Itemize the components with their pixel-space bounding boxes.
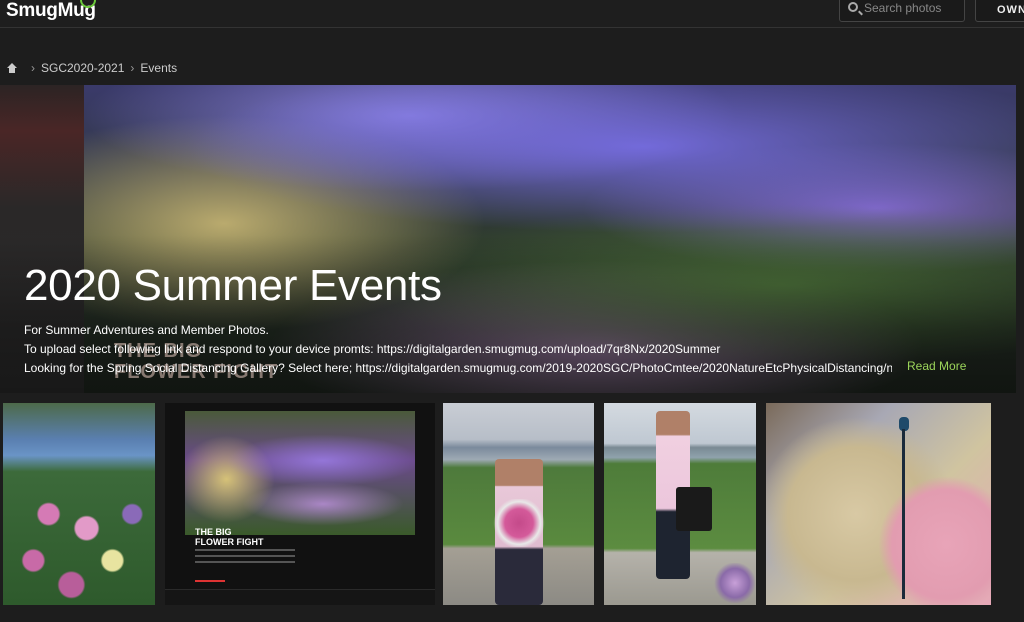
thumbnail-bottom-bar <box>165 589 435 605</box>
hero-description: For Summer Adventures and Member Photos.… <box>24 321 892 378</box>
photo-thumbnail-dragonfly[interactable] <box>766 403 991 605</box>
hero-banner: THE BIG FLOWER FIGHT 2020 Summer Events … <box>0 85 1016 393</box>
thumbnail-title: THE BIG FLOWER FIGHT <box>195 527 264 547</box>
search-icon <box>848 2 858 12</box>
description-line-3: Looking for the Spring Social Distancing… <box>24 361 892 375</box>
breadcrumb: › SGC2020-2021 › Events <box>7 60 177 76</box>
read-more-link[interactable]: Read More <box>907 359 966 373</box>
search-input[interactable] <box>864 0 960 17</box>
photo-thumbnail-hydrangeas[interactable] <box>3 403 155 605</box>
top-bar: SmugMug OWNE <box>0 0 1024 28</box>
chevron-right-icon: › <box>130 61 135 75</box>
thumbnail-tab-indicator <box>195 580 225 582</box>
page-title: 2020 Summer Events <box>24 261 442 310</box>
flower-pot <box>714 563 756 603</box>
breadcrumb-item-events[interactable]: Events <box>140 61 177 75</box>
photo-thumbnail-woman-with-pots[interactable] <box>604 403 756 605</box>
description-line-2: To upload select following link and resp… <box>24 342 721 356</box>
plant-pots <box>676 487 712 531</box>
owner-button[interactable]: OWNE <box>975 0 1024 22</box>
home-icon[interactable] <box>7 63 17 73</box>
description-line-1: For Summer Adventures and Member Photos. <box>24 323 269 337</box>
dragonfly <box>897 409 911 599</box>
breadcrumb-item-sgc[interactable]: SGC2020-2021 <box>41 61 124 75</box>
photo-thumbnail-flower-fight-screenshot[interactable]: THE BIG FLOWER FIGHT <box>165 403 435 605</box>
thumbnail-flower-image <box>185 411 415 535</box>
search-box[interactable] <box>839 0 965 22</box>
bouquet <box>493 499 545 547</box>
chevron-right-icon: › <box>31 61 35 75</box>
thumbnail-meta-lines <box>195 549 295 579</box>
photo-thumbnail-woman-with-bouquet[interactable] <box>443 403 594 605</box>
